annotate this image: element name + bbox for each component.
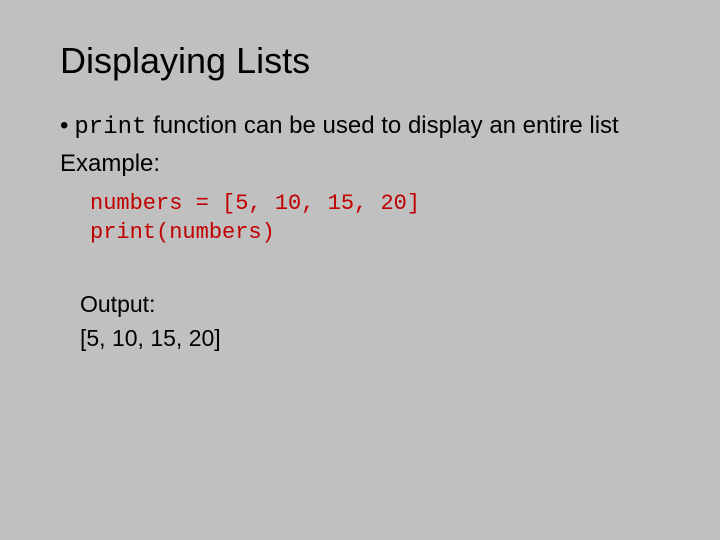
code-line-2: print(numbers) <box>90 218 660 248</box>
slide-title: Displaying Lists <box>60 40 660 82</box>
bullet-code: print <box>74 114 146 141</box>
output-section: Output: [5, 10, 15, 20] <box>80 288 660 355</box>
bullet-text: print function can be used to display an… <box>74 110 618 144</box>
code-line-1: numbers = [5, 10, 15, 20] <box>90 189 660 219</box>
bullet-suffix: function can be used to display an entir… <box>146 112 618 139</box>
output-value: [5, 10, 15, 20] <box>80 322 660 355</box>
slide-content: • print function can be used to display … <box>60 110 660 355</box>
bullet-item: • print function can be used to display … <box>60 110 660 144</box>
slide: Displaying Lists • print function can be… <box>0 0 720 540</box>
example-label: Example: <box>60 148 660 180</box>
output-label: Output: <box>80 288 660 321</box>
code-block: numbers = [5, 10, 15, 20] print(numbers) <box>90 189 660 248</box>
bullet-marker: • <box>60 110 68 144</box>
